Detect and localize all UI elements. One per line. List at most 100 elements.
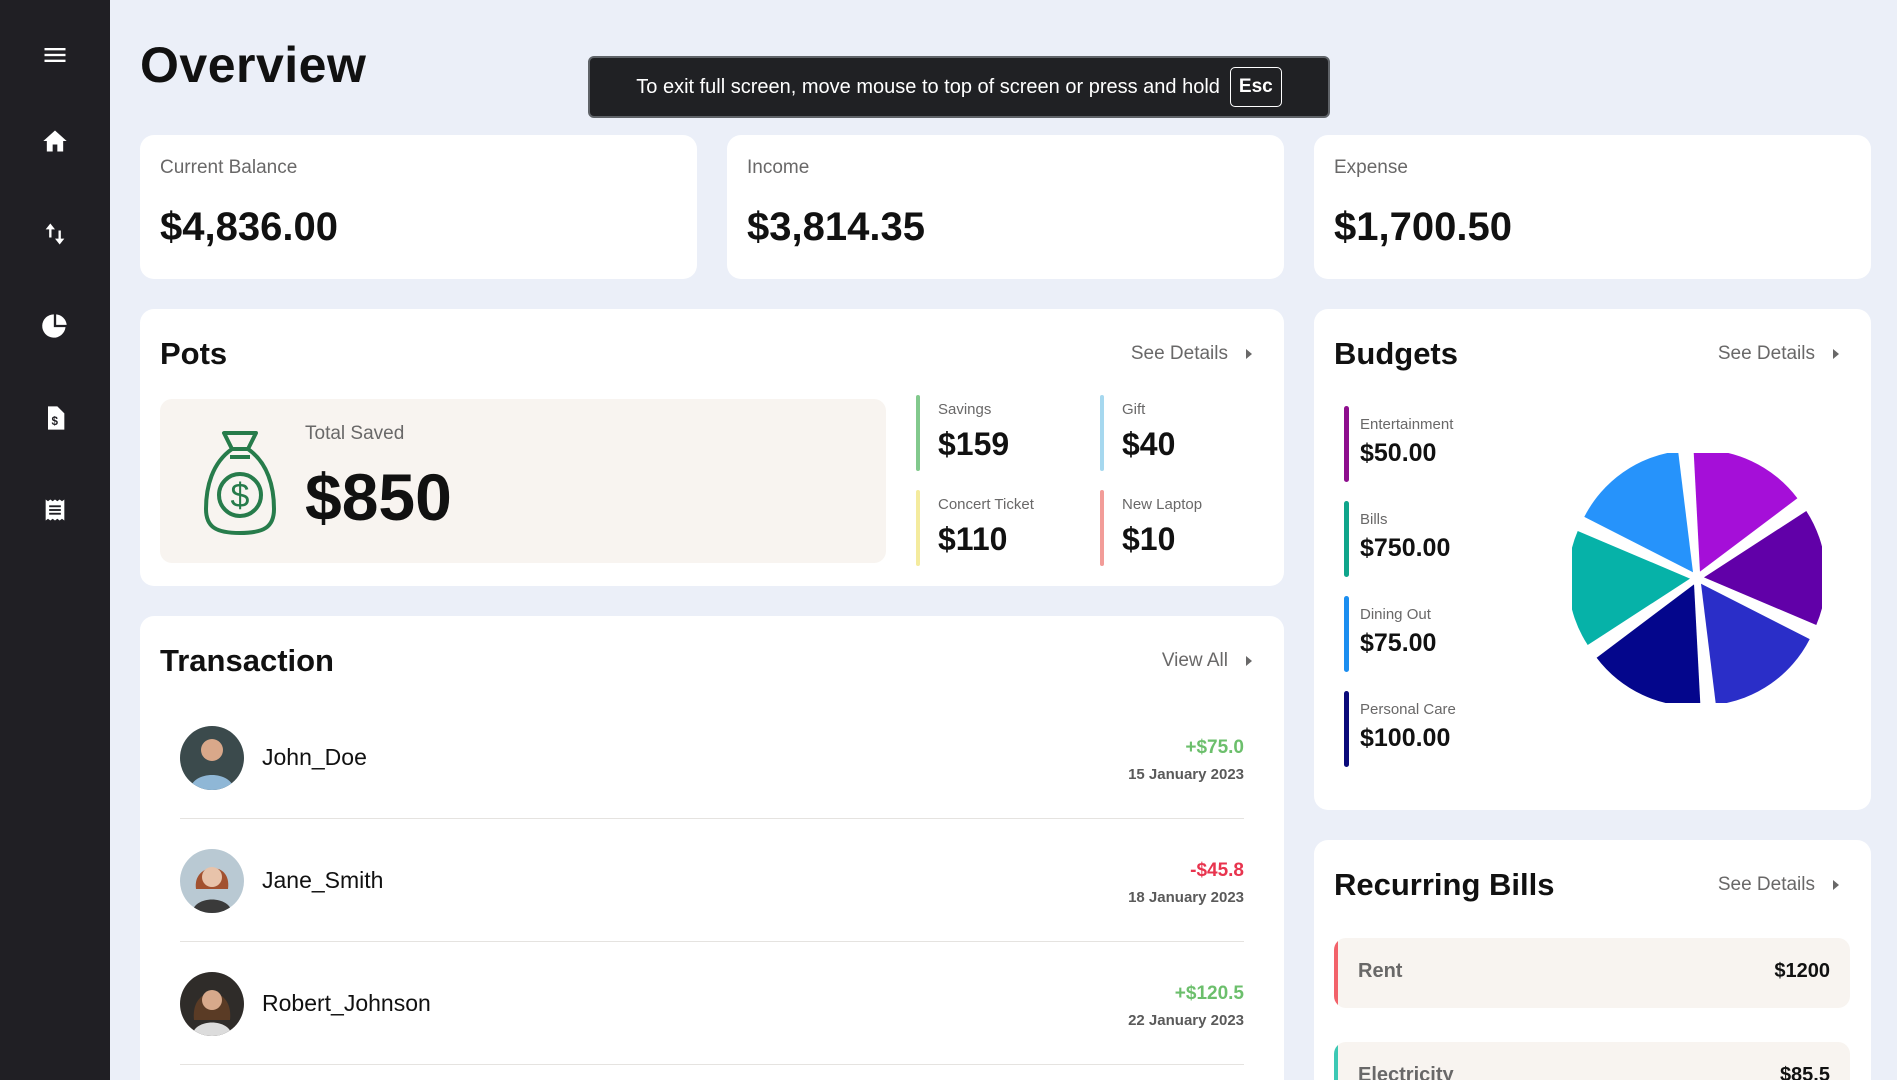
recurring-bills-card: Recurring Bills See Details Rent $1200 E… <box>1314 840 1871 1080</box>
pot-value: $10 <box>1122 521 1176 557</box>
stat-label: Expense <box>1334 157 1408 178</box>
budgets-pie-chart <box>1572 453 1822 703</box>
transactions-card: Transaction View All John_Doe +$75.0 15 … <box>140 616 1284 1080</box>
pots-card: Pots See Details $ Total Saved $850 Savi… <box>140 309 1284 586</box>
see-details-label: See Details <box>1717 343 1815 364</box>
sidebar: $ <box>0 0 110 1080</box>
budget-label: Personal Care <box>1360 701 1456 718</box>
pot-label: New Laptop <box>1122 496 1203 513</box>
caret-right-icon <box>1246 349 1252 359</box>
stat-label: Current Balance <box>160 157 298 178</box>
transaction-date: 18 January 2023 <box>1128 889 1244 906</box>
avatar <box>180 726 244 790</box>
transaction-row[interactable]: John_Doe +$75.0 15 January 2023 <box>180 696 1244 819</box>
stat-card-current-balance: Current Balance $4,836.00 <box>140 135 697 279</box>
pot-item: Savings $159 <box>916 395 1086 471</box>
transaction-name: Robert_Johnson <box>262 990 431 1016</box>
bill-name: Rent <box>1358 960 1403 982</box>
svg-text:$: $ <box>52 415 59 428</box>
budgets-see-details-link[interactable]: See Details <box>1718 343 1841 365</box>
budget-item: Entertainment $50.00 <box>1334 406 1554 482</box>
pots-document-icon[interactable]: $ <box>35 398 75 438</box>
svg-text:$: $ <box>231 477 250 515</box>
pot-item: Concert Ticket $110 <box>916 490 1086 566</box>
see-details-label: See Details <box>1130 343 1228 364</box>
pot-color-bar <box>916 490 920 566</box>
stat-value: $1,700.50 <box>1334 205 1512 249</box>
pot-item: Gift $40 <box>1100 395 1270 471</box>
pot-item: New Laptop $10 <box>1100 490 1270 566</box>
budget-item: Personal Care $100.00 <box>1334 691 1554 767</box>
budget-value: $50.00 <box>1360 439 1437 467</box>
budgets-title: Budgets <box>1334 336 1458 371</box>
page-title: Overview <box>140 37 367 93</box>
pot-color-bar <box>1100 490 1104 566</box>
budgets-pie-icon[interactable] <box>35 306 75 346</box>
pot-value: $110 <box>938 521 1008 557</box>
transaction-name: John_Doe <box>262 744 367 770</box>
pots-title: Pots <box>160 336 228 371</box>
bill-item-rent[interactable]: Rent $1200 <box>1334 938 1850 1008</box>
budget-label: Bills <box>1360 511 1388 528</box>
fullscreen-exit-toast: To exit full screen, move mouse to top o… <box>588 56 1330 118</box>
bill-item-electricity[interactable]: Electricity $85.5 <box>1334 1042 1850 1080</box>
stat-label: Income <box>747 157 810 178</box>
stat-value: $3,814.35 <box>747 205 925 249</box>
transactions-icon[interactable] <box>35 214 75 254</box>
stat-card-expense: Expense $1,700.50 <box>1314 135 1871 279</box>
transaction-date: 15 January 2023 <box>1128 766 1244 783</box>
budget-item: Dining Out $75.00 <box>1334 596 1554 672</box>
transaction-amount: +$75.0 <box>1185 737 1244 758</box>
pots-see-details-link[interactable]: See Details <box>1131 343 1254 365</box>
pot-label: Savings <box>938 401 992 418</box>
transaction-name: Jane_Smith <box>262 867 384 893</box>
avatar <box>180 972 244 1036</box>
budget-value: $750.00 <box>1360 534 1451 562</box>
budget-color-bar <box>1344 691 1349 767</box>
budget-color-bar <box>1344 596 1349 672</box>
budget-value: $75.00 <box>1360 629 1437 657</box>
stat-value: $4,836.00 <box>160 205 338 249</box>
view-all-label: View All <box>1161 650 1228 671</box>
stat-card-income: Income $3,814.35 <box>727 135 1284 279</box>
budget-color-bar <box>1344 406 1349 482</box>
pot-color-bar <box>916 395 920 471</box>
bill-amount: $85.5 <box>1779 1064 1830 1080</box>
transaction-amount: -$45.8 <box>1190 860 1244 881</box>
home-icon[interactable] <box>35 121 75 161</box>
bill-color-edge <box>1334 938 1338 1008</box>
menu-icon[interactable] <box>35 35 75 75</box>
transactions-title: Transaction <box>160 643 334 678</box>
budget-value: $100.00 <box>1360 724 1451 752</box>
budget-label: Dining Out <box>1360 606 1431 623</box>
transaction-row[interactable]: Robert_Johnson +$120.5 22 January 2023 <box>180 942 1244 1065</box>
pot-label: Gift <box>1122 401 1146 418</box>
transactions-view-all-link[interactable]: View All <box>1162 650 1254 672</box>
transaction-amount: +$120.5 <box>1174 983 1244 1004</box>
total-saved-label: Total Saved <box>305 423 405 444</box>
transaction-row[interactable]: Jane_Smith -$45.8 18 January 2023 <box>180 819 1244 942</box>
recurring-see-details-link[interactable]: See Details <box>1718 874 1841 896</box>
bill-color-edge <box>1334 1042 1338 1080</box>
pot-color-bar <box>1100 395 1104 471</box>
recurring-bills-title: Recurring Bills <box>1334 867 1555 902</box>
esc-key: Esc <box>1229 67 1282 107</box>
budget-item: Bills $750.00 <box>1334 501 1554 577</box>
total-saved-box: $ Total Saved $850 <box>160 399 886 563</box>
main-content: Overview Current Balance $4,836.00 Incom… <box>140 0 1871 1080</box>
transaction-date: 22 January 2023 <box>1128 1012 1244 1029</box>
budget-label: Entertainment <box>1360 416 1454 433</box>
recurring-bills-icon[interactable] <box>35 490 75 530</box>
pot-value: $159 <box>938 426 1010 462</box>
total-saved-value: $850 <box>305 460 452 534</box>
bill-name: Electricity <box>1358 1064 1454 1080</box>
caret-right-icon <box>1833 349 1839 359</box>
caret-right-icon <box>1833 880 1839 890</box>
toast-message: To exit full screen, move mouse to top o… <box>636 75 1220 98</box>
pot-value: $40 <box>1122 426 1176 462</box>
pot-label: Concert Ticket <box>938 496 1034 513</box>
budgets-card: Budgets See Details Entertainment $50.00… <box>1314 309 1871 810</box>
caret-right-icon <box>1246 656 1252 666</box>
budget-color-bar <box>1344 501 1349 577</box>
avatar <box>180 849 244 913</box>
